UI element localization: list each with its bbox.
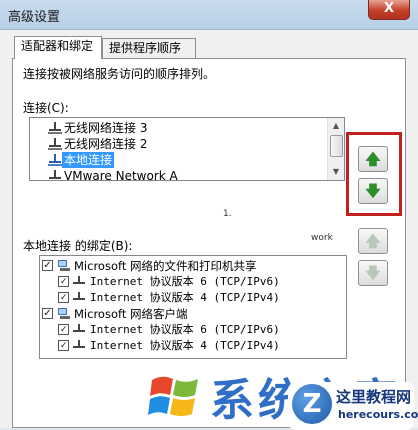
network-connection-icon — [48, 122, 62, 134]
tree-item[interactable]: ✓ Internet 协议版本 4 (TCP/IPv4) — [58, 338, 280, 354]
tree-item-label: Internet 协议版本 6 (TCP/IPv6) — [90, 275, 280, 288]
overlay-fragment: 1. — [223, 209, 232, 219]
watermark: 系统之家 Z 这里教程网 herecours.com — [0, 364, 418, 430]
checkbox[interactable]: ✓ — [42, 260, 53, 271]
connection-name: VMware Network A — [64, 169, 178, 181]
description-text: 连接按被网络服务访问的顺序排列。 — [23, 67, 216, 81]
scroll-thumb[interactable] — [330, 135, 343, 157]
tree-item[interactable]: ✓ Internet 协议版本 6 (TCP/IPv6) — [58, 274, 280, 290]
binding-move-down-button[interactable]: 🡇 — [358, 260, 388, 286]
tree-item-label: Internet 协议版本 6 (TCP/IPv6) — [90, 323, 280, 336]
arrow-up-icon: 🡅 — [365, 150, 381, 168]
checkbox[interactable]: ✓ — [58, 339, 69, 351]
scroll-up-icon[interactable]: ▲ — [328, 118, 344, 134]
overlay-fragment: work — [311, 233, 333, 243]
connection-name: 无线网络连接 2 — [64, 137, 148, 151]
tree-item[interactable]: ✓ Microsoft 网络的文件和打印机共享 — [42, 258, 257, 274]
checkbox[interactable]: ✓ — [58, 323, 69, 335]
tree-item-label: Microsoft 网络的文件和打印机共享 — [74, 259, 257, 273]
connections-list[interactable]: 无线网络连接 3 无线网络连接 2 本地连接 VMware Network A … — [29, 117, 345, 181]
checkbox[interactable]: ✓ — [58, 275, 69, 287]
tab-adapters-bindings[interactable]: 适配器和绑定 — [14, 36, 102, 59]
connection-name: 无线网络连接 3 — [64, 121, 148, 135]
bindings-tree[interactable]: ✓ Microsoft 网络的文件和打印机共享 ✓ Internet 协议版本 6 … — [39, 255, 347, 359]
tree-item[interactable]: ✓ Microsoft 网络客户端 — [42, 306, 188, 322]
arrow-down-icon: 🡇 — [365, 264, 381, 282]
close-button[interactable]: X — [368, 0, 410, 20]
network-computer-icon — [58, 307, 70, 319]
title-bar: 高级设置 X — [0, 0, 418, 30]
protocol-icon — [73, 292, 85, 300]
move-down-button[interactable]: 🡇 — [358, 178, 388, 204]
arrow-down-icon: 🡇 — [365, 182, 381, 200]
site-url: herecours.com — [338, 408, 418, 421]
arrow-up-icon: 🡅 — [365, 232, 381, 250]
tree-item-label: Internet 协议版本 4 (TCP/IPv4) — [90, 291, 280, 304]
window-title: 高级设置 — [8, 10, 61, 25]
connection-name: 本地连接 — [62, 152, 115, 168]
network-connection-icon — [48, 138, 62, 150]
windows-logo-icon — [148, 376, 198, 416]
site-badge: Z 这里教程网 herecours.com — [288, 382, 418, 430]
tree-item[interactable]: ✓ Internet 协议版本 4 (TCP/IPv4) — [58, 290, 280, 306]
tree-item-label: Internet 协议版本 4 (TCP/IPv4) — [90, 339, 280, 352]
site-name: 这里教程网 — [336, 388, 412, 406]
move-up-button[interactable]: 🡅 — [358, 146, 388, 172]
vertical-scrollbar[interactable]: ▲ ▼ — [327, 118, 344, 180]
connections-label: 连接(C): — [23, 101, 69, 115]
tree-item-label: Microsoft 网络客户端 — [74, 307, 188, 321]
protocol-icon — [73, 340, 85, 348]
bindings-label: 本地连接 的绑定(B): — [23, 239, 133, 253]
binding-move-up-button[interactable]: 🡅 — [358, 228, 388, 254]
protocol-icon — [73, 276, 85, 284]
network-connection-icon — [48, 154, 62, 166]
site-logo-icon: Z — [292, 384, 332, 424]
checkbox[interactable]: ✓ — [42, 308, 53, 319]
checkbox[interactable]: ✓ — [58, 291, 69, 303]
tree-item[interactable]: ✓ Internet 协议版本 6 (TCP/IPv6) — [58, 322, 280, 338]
scroll-down-icon[interactable]: ▼ — [328, 164, 344, 180]
network-computer-icon — [58, 259, 70, 271]
network-connection-icon — [49, 170, 61, 179]
tab-provider-order[interactable]: 提供程序顺序 — [102, 38, 196, 58]
protocol-icon — [73, 324, 85, 332]
